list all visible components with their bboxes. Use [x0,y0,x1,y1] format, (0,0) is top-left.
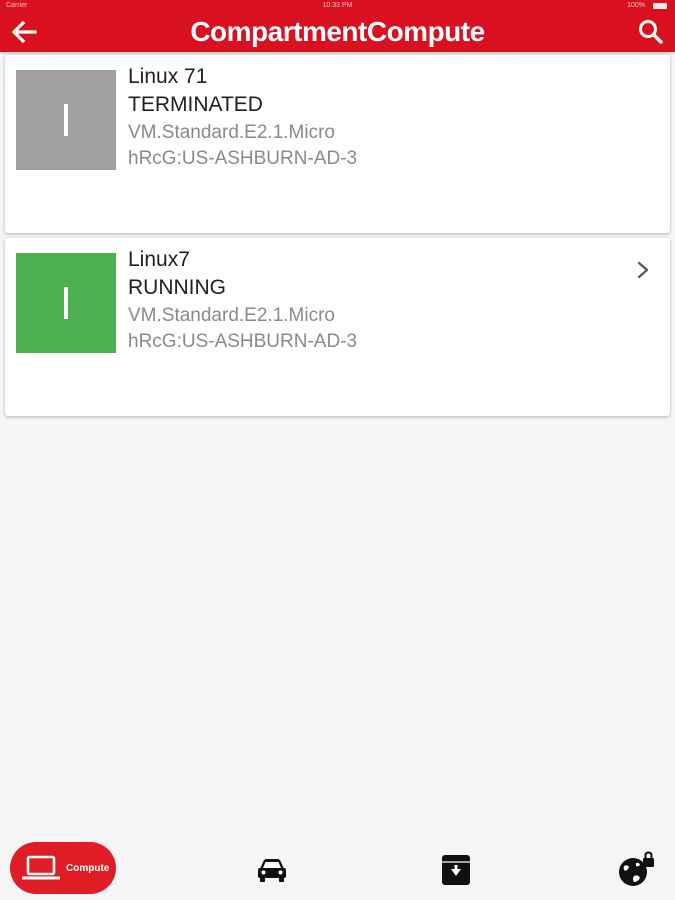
instance-card[interactable]: Linux7 RUNNING VM.Standard.E2.1.Micro hR… [5,238,670,416]
instance-thumbnail [16,70,116,170]
nav-compute-label: Compute [66,862,110,874]
laptop-icon [22,855,60,880]
instance-glyph-icon [64,287,68,319]
search-icon [639,20,663,44]
instance-name: Linux7 [128,248,190,271]
instance-state: RUNNING [128,276,226,299]
nav-car-button[interactable] [252,852,292,888]
chevron-right-icon[interactable] [636,260,650,280]
instance-shape: VM.Standard.E2.1.Micro [128,305,335,326]
nav-network-button[interactable] [616,851,656,888]
nav-compute-button[interactable]: Compute [10,842,116,894]
instance-name: Linux 71 [128,65,208,88]
instance-card[interactable]: Linux 71 TERMINATED VM.Standard.E2.1.Mic… [5,55,670,233]
battery-icon [653,3,667,9]
globe-lock-icon [619,851,654,886]
instance-thumbnail [16,253,116,353]
page-title: CompartmentCompute [190,16,485,47]
battery-percent: 100% [627,2,645,9]
archive-download-icon [442,855,470,885]
car-icon [258,859,286,882]
instance-state: TERMINATED [128,93,263,116]
bottom-navigation: Compute [0,838,675,900]
instance-glyph-icon [64,104,68,136]
instance-availability-domain: hRcG:US-ASHBURN-AD-3 [128,331,358,352]
app-bar: CompartmentCompute [0,12,675,52]
status-time: 10:33 PM [322,2,353,9]
instance-shape: VM.Standard.E2.1.Micro [128,122,335,143]
nav-archive-button[interactable] [436,852,476,888]
search-button[interactable] [633,16,669,48]
status-bar: Carrier 10:33 PM 100% [0,0,675,12]
instance-availability-domain: hRcG:US-ASHBURN-AD-3 [128,148,358,169]
